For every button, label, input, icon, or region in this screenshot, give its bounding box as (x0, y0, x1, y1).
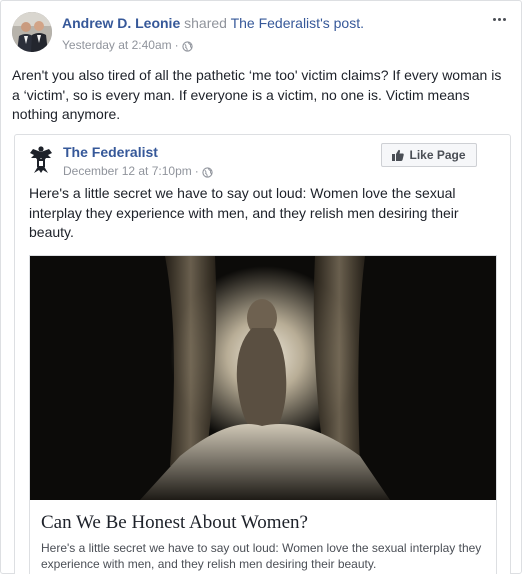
globe-icon[interactable] (202, 166, 213, 178)
post-timestamp-link[interactable]: Yesterday at 2:40am (62, 37, 172, 53)
meta-separator: · (174, 38, 179, 52)
article-description: Here's a little secret we have to say ou… (41, 541, 482, 571)
like-page-button[interactable]: Like Page (381, 143, 477, 167)
shared-suffix[interactable]: 's post. (320, 15, 364, 31)
like-page-label: Like Page (409, 148, 466, 162)
shared-post: The Federalist December 12 at 7:10pm · L… (14, 134, 511, 574)
shared-source-link[interactable]: The Federalist (231, 15, 320, 31)
page-name-link[interactable]: The Federalist (63, 143, 158, 161)
dot (498, 17, 501, 21)
shared-post-text: Here's a little secret we have to say ou… (29, 185, 459, 240)
author-avatar[interactable] (12, 12, 52, 52)
feed-post: Andrew D. Leonie shared The Federalist's… (0, 0, 522, 574)
meta-separator: · (194, 164, 199, 178)
article-image[interactable] (30, 256, 496, 500)
post-options-icon[interactable] (493, 14, 509, 24)
dot (503, 17, 506, 21)
author-name-link[interactable]: Andrew D. Leonie (62, 15, 180, 31)
shared-meta: December 12 at 7:10pm · (63, 163, 213, 179)
post-meta: Yesterday at 2:40am · (62, 37, 193, 53)
shared-timestamp-link[interactable]: December 12 at 7:10pm (63, 163, 192, 179)
thumbs-up-icon (392, 149, 405, 161)
link-preview-card[interactable]: Can We Be Honest About Women? Here's a l… (29, 255, 497, 574)
post-text: Aren't you also tired of all the patheti… (12, 67, 502, 122)
dot (493, 17, 496, 21)
article-title[interactable]: Can We Be Honest About Women? (41, 511, 308, 535)
shared-verb: shared (184, 15, 227, 31)
globe-icon[interactable] (182, 40, 193, 52)
federalist-logo-icon[interactable] (29, 144, 53, 174)
post-header: Andrew D. Leonie shared The Federalist's… (62, 14, 364, 32)
